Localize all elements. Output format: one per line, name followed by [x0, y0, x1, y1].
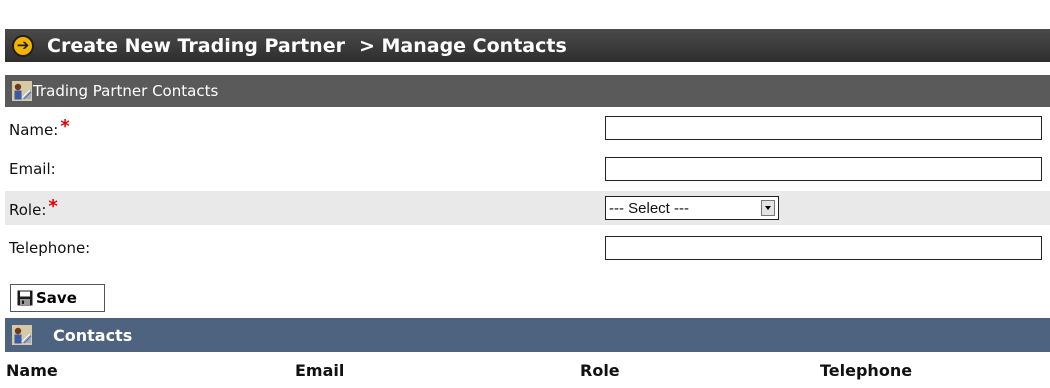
arrow-right-circle-icon: ➔ [12, 34, 34, 57]
role-select[interactable]: --- Select --- [605, 196, 779, 220]
telephone-row: Telephone: [5, 231, 1050, 265]
required-marker: * [48, 196, 58, 217]
telephone-field[interactable] [605, 236, 1042, 260]
name-row: Name: * [5, 111, 1050, 145]
save-button[interactable]: Save [10, 284, 105, 312]
email-field[interactable] [605, 157, 1042, 181]
trading-partner-contacts-header: Trading Partner Contacts [5, 75, 1050, 107]
required-marker: * [60, 116, 70, 137]
section-title: Trading Partner Contacts [33, 82, 219, 100]
chevron-down-icon[interactable] [761, 200, 775, 216]
contacts-title: Contacts [53, 325, 133, 345]
page-title: Create New Trading Partner [47, 34, 345, 57]
breadcrumb: > Manage Contacts [358, 34, 567, 57]
title-inner: ➔ Create New Trading Partner > Manage Co… [5, 29, 1050, 62]
column-header-name[interactable]: Name [6, 361, 58, 380]
role-row: Role: * --- Select --- [5, 191, 1050, 225]
role-select-value: --- Select --- [609, 199, 689, 217]
name-field[interactable] [605, 116, 1042, 140]
email-row: Email: [5, 152, 1050, 186]
name-label: Name: * [9, 116, 70, 139]
column-header-role[interactable]: Role [580, 361, 620, 380]
save-label: Save [36, 289, 77, 307]
people-icon [12, 325, 32, 345]
column-header-telephone[interactable]: Telephone [820, 361, 912, 380]
floppy-disk-icon [17, 290, 33, 306]
column-header-email[interactable]: Email [295, 361, 344, 380]
role-label: Role: * [9, 196, 58, 219]
telephone-label: Telephone: [9, 239, 91, 257]
contacts-table-header: Name Email Role Telephone [5, 352, 1050, 388]
email-label: Email: [9, 160, 56, 178]
title-bar: ➔ Create New Trading Partner > Manage Co… [0, 0, 1050, 62]
people-icon [12, 81, 32, 101]
contacts-header: Contacts [5, 318, 1050, 352]
